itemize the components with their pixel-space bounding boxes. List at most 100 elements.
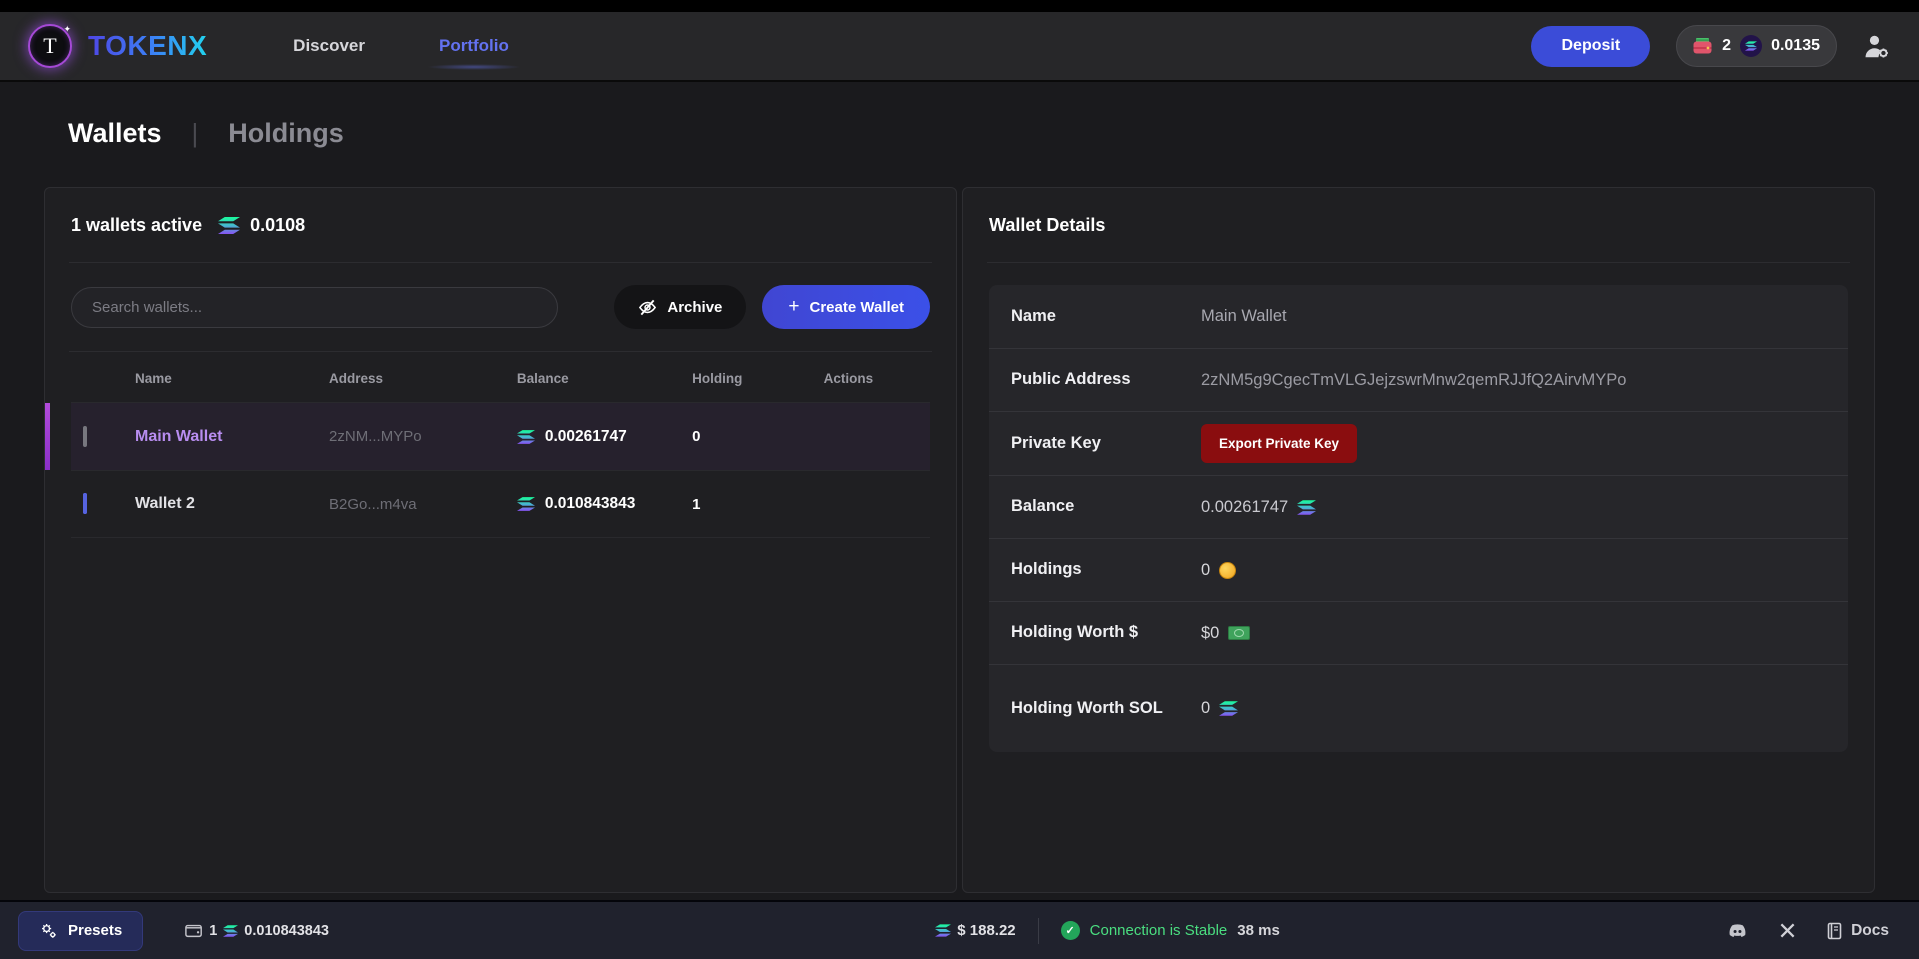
wallets-table: Name Address Balance Holding Actions Mai… xyxy=(71,354,930,538)
archive-label: Archive xyxy=(667,299,722,316)
detail-row-holdings: Holdings 0 xyxy=(989,538,1848,601)
balance-value: 0.00261747 xyxy=(1201,498,1288,517)
check-circle-icon: ✓ xyxy=(1061,921,1080,940)
deposit-button[interactable]: Deposit xyxy=(1531,26,1650,67)
brand-name: TOKENX xyxy=(88,30,207,62)
wallet-holding: 0 xyxy=(692,428,823,445)
worth-usd-label: Holding Worth $ xyxy=(1011,606,1201,660)
wallet-summary-pill[interactable]: 2 0.0135 xyxy=(1676,25,1837,67)
wallet-balance: 0.010843843 xyxy=(545,495,636,513)
logo-letter: T xyxy=(43,33,56,59)
col-address: Address xyxy=(329,371,517,386)
detail-row-balance: Balance 0.00261747 xyxy=(989,475,1848,538)
divider xyxy=(987,262,1850,263)
public-address-label: Public Address xyxy=(1011,353,1201,407)
sol-price: $ 188.22 xyxy=(957,922,1015,939)
nav-link-portfolio[interactable]: Portfolio xyxy=(435,26,513,66)
col-name: Name xyxy=(135,371,329,386)
create-wallet-button[interactable]: + Create Wallet xyxy=(762,285,930,329)
wallet-emoji-icon xyxy=(1693,38,1713,54)
solana-icon xyxy=(218,217,240,234)
tab-wallets[interactable]: Wallets xyxy=(68,118,162,149)
wallet-name: Main Wallet xyxy=(135,428,329,446)
col-actions: Actions xyxy=(824,371,930,386)
solana-icon xyxy=(935,924,951,937)
detail-row-worth-sol: Holding Worth SOL 0 xyxy=(989,664,1848,752)
worth-sol-label: Holding Worth SOL xyxy=(1011,682,1201,736)
statusbar-wallet-count: 1 xyxy=(209,923,217,939)
x-twitter-link[interactable] xyxy=(1779,922,1796,939)
active-wallets-sol-total: 0.0108 xyxy=(250,215,305,236)
worth-sol-value: 0 xyxy=(1201,699,1210,718)
name-value: Main Wallet xyxy=(1201,307,1826,326)
create-wallet-label: Create Wallet xyxy=(810,299,904,316)
solana-icon xyxy=(223,925,238,937)
holdings-value: 0 xyxy=(1201,561,1210,580)
row-checkbox[interactable] xyxy=(83,426,87,447)
statusbar-sol-amount: 0.010843843 xyxy=(244,923,329,939)
wallet-address: B2Go...m4va xyxy=(329,496,517,513)
export-private-key-button[interactable]: Export Private Key xyxy=(1201,424,1357,463)
presets-button[interactable]: Presets xyxy=(18,911,143,951)
wallet-name: Wallet 2 xyxy=(135,495,329,513)
main-content: Wallets | Holdings 1 wallets active 0.01… xyxy=(0,82,1919,900)
solana-icon xyxy=(517,430,535,444)
tab-holdings[interactable]: Holdings xyxy=(228,118,344,149)
wallet-address: 2zNM...MYPo xyxy=(329,428,517,445)
archive-button[interactable]: Archive xyxy=(614,285,746,329)
row-checkbox[interactable] xyxy=(83,493,87,514)
user-settings-button[interactable] xyxy=(1863,33,1891,59)
statusbar-wallet-group: 1 0.010843843 xyxy=(185,923,329,939)
table-row[interactable]: Wallet 2 B2Go...m4va 0.010843843 1 xyxy=(71,470,930,538)
presets-gear-icon xyxy=(39,921,58,940)
nav-link-discover[interactable]: Discover xyxy=(289,26,369,66)
top-nav: T ✦ TOKENX Discover Portfolio Deposit 2 xyxy=(0,12,1919,82)
details-card: Name Main Wallet Public Address 2zNM5g9C… xyxy=(989,285,1848,752)
wallet-holding: 1 xyxy=(692,496,823,513)
wallets-controls: Archive + Create Wallet xyxy=(71,263,930,351)
name-label: Name xyxy=(1011,290,1201,344)
solana-icon xyxy=(517,497,535,511)
cash-icon xyxy=(1228,626,1250,640)
details-title: Wallet Details xyxy=(989,215,1105,236)
solana-icon xyxy=(1297,500,1316,515)
wallet-details-panel: Wallet Details Name Main Wallet Public A… xyxy=(962,187,1875,893)
window-top-strip xyxy=(0,0,1919,12)
brand-link[interactable]: T ✦ TOKENX xyxy=(28,24,207,68)
divider xyxy=(1038,918,1039,944)
wallets-summary: 1 wallets active 0.0108 xyxy=(71,188,930,262)
docs-icon xyxy=(1826,922,1843,940)
wallet-count: 2 xyxy=(1722,37,1731,55)
coin-icon xyxy=(1219,562,1236,579)
connection-group: ✓ Connection is Stable 38 ms xyxy=(1061,921,1280,940)
sol-price-group: $ 188.22 xyxy=(935,922,1015,939)
table-header-row: Name Address Balance Holding Actions xyxy=(71,354,930,402)
active-wallets-label: 1 wallets active xyxy=(71,215,202,236)
nav-links: Discover Portfolio xyxy=(289,26,513,66)
app-window: T ✦ TOKENX Discover Portfolio Deposit 2 xyxy=(0,0,1919,959)
tab-divider: | xyxy=(192,118,199,149)
table-row[interactable]: Main Wallet 2zNM...MYPo 0.00261747 0 xyxy=(71,402,930,470)
solana-badge xyxy=(1740,35,1762,57)
status-bar: Presets 1 0.010843843 xyxy=(0,900,1919,959)
discord-link[interactable] xyxy=(1726,921,1749,940)
docs-label: Docs xyxy=(1851,922,1889,940)
latency-value: 38 ms xyxy=(1237,922,1280,939)
detail-row-worth-usd: Holding Worth $ $0 xyxy=(989,601,1848,664)
docs-link[interactable]: Docs xyxy=(1826,922,1889,940)
detail-row-private-key: Private Key Export Private Key xyxy=(989,411,1848,475)
selected-row-indicator xyxy=(45,403,50,470)
plus-icon: + xyxy=(788,296,799,318)
statusbar-links: Docs xyxy=(1726,921,1889,940)
col-balance: Balance xyxy=(517,371,692,386)
tokenx-logo-icon: T ✦ xyxy=(28,24,72,68)
holdings-label: Holdings xyxy=(1011,543,1201,597)
search-input[interactable] xyxy=(71,287,558,328)
x-icon xyxy=(1779,922,1796,939)
solana-icon xyxy=(1219,701,1238,716)
balance-label: Balance xyxy=(1011,480,1201,534)
nav-sol-balance: 0.0135 xyxy=(1771,37,1820,55)
page-tabs: Wallets | Holdings xyxy=(44,82,1875,149)
wallet-icon xyxy=(185,923,203,938)
private-key-label: Private Key xyxy=(1011,417,1201,471)
